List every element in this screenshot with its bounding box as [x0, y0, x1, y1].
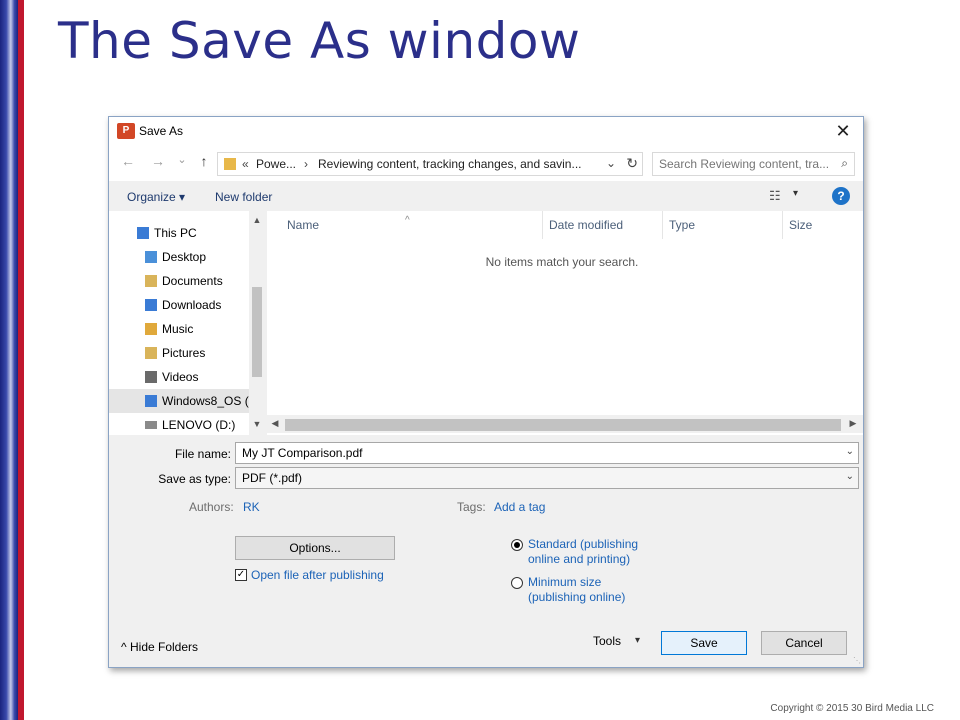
add-tag-link[interactable]: Add a tag — [494, 500, 545, 514]
horizontal-scrollbar[interactable]: ◀ ▶ — [267, 415, 863, 433]
open-after-publishing-label: Open file after publishing — [251, 568, 384, 582]
save-type-value: PDF (*.pdf) — [242, 471, 303, 485]
copyright-notice: Copyright © 2015 30 Bird Media LLC — [770, 703, 934, 714]
forward-arrow-icon[interactable]: → — [147, 153, 169, 169]
pictures-folder-icon — [145, 347, 157, 359]
back-arrow-icon[interactable]: ← — [117, 153, 139, 169]
refresh-icon[interactable]: ↻ — [626, 155, 638, 172]
desktop-folder-icon — [145, 251, 157, 263]
minimum-size-radio[interactable]: Minimum size (publishing online) — [511, 575, 658, 605]
navigation-scroll-thumb[interactable] — [252, 287, 262, 377]
file-name-label: File name: — [174, 447, 231, 461]
search-icon[interactable]: ⌕ — [841, 156, 848, 171]
checkbox-check-icon[interactable]: ✓ — [235, 569, 247, 581]
address-crumb-folder[interactable]: Reviewing content, tracking changes, and… — [318, 157, 581, 171]
navigation-pane: This PC Desktop Documents Downloads Musi… — [109, 211, 265, 435]
sort-caret-icon: ^ — [405, 215, 410, 226]
hide-folders-button[interactable]: ^ Hide Folders — [121, 640, 198, 654]
slide-accent-blue — [0, 0, 18, 720]
standard-radio[interactable]: Standard (publishing online and printing… — [511, 537, 658, 567]
column-header-date-modified[interactable]: Date modified — [543, 211, 663, 239]
drive-icon — [145, 421, 157, 429]
options-button[interactable]: Options... — [235, 536, 395, 560]
address-overflow-chevron[interactable]: « — [242, 157, 249, 171]
chevron-up-icon: ^ — [121, 640, 127, 654]
new-folder-button[interactable]: New folder — [215, 190, 272, 204]
save-button[interactable]: Save — [661, 631, 747, 655]
help-icon[interactable]: ? — [832, 187, 850, 205]
view-dropdown-icon[interactable]: ▾ — [793, 188, 798, 199]
sidebar-item-documents[interactable]: Documents — [109, 269, 249, 293]
column-header-name[interactable]: Name ^ — [267, 211, 543, 239]
command-toolbar: Organize ▾ New folder ☷ ▾ ? — [109, 181, 863, 211]
sidebar-item-downloads[interactable]: Downloads — [109, 293, 249, 317]
music-folder-icon — [145, 323, 157, 335]
scroll-left-icon[interactable]: ◀ — [267, 418, 283, 429]
videos-folder-icon — [145, 371, 157, 383]
navigation-scrollbar[interactable]: ▲ ▼ — [249, 211, 265, 435]
scroll-up-icon[interactable]: ▲ — [249, 215, 265, 225]
dialog-titlebar: P Save As ✕ — [109, 117, 863, 147]
address-dropdown-icon[interactable]: ⌄ — [606, 156, 616, 170]
cancel-button[interactable]: Cancel — [761, 631, 847, 655]
organize-button[interactable]: Organize ▾ — [127, 190, 185, 204]
sidebar-item-this-pc[interactable]: This PC — [109, 221, 249, 245]
sidebar-item-lenovo[interactable]: LENOVO (D:) — [109, 413, 249, 435]
drive-os-icon — [145, 395, 157, 407]
column-header-type[interactable]: Type — [663, 211, 783, 239]
open-after-publishing-checkbox[interactable]: ✓ Open file after publishing — [235, 568, 384, 582]
sidebar-item-music[interactable]: Music — [109, 317, 249, 341]
slide: The Save As window P Save As ✕ ← → ⌄ ↑ «… — [0, 0, 960, 720]
authors-label: Authors: — [189, 500, 234, 514]
pc-icon — [137, 227, 149, 239]
search-box[interactable]: ⌕ — [652, 152, 855, 176]
empty-list-message: No items match your search. — [485, 255, 639, 269]
scroll-right-icon[interactable]: ▶ — [845, 418, 861, 429]
tools-button[interactable]: Tools — [593, 634, 621, 648]
tools-dropdown-icon[interactable]: ▾ — [635, 635, 640, 646]
save-type-dropdown-icon[interactable]: ⌄ — [846, 471, 854, 482]
documents-folder-icon — [145, 275, 157, 287]
file-name-value: My JT Comparison.pdf — [242, 446, 363, 460]
save-as-dialog: P Save As ✕ ← → ⌄ ↑ « Powe... › Reviewin… — [108, 116, 864, 668]
authors-value[interactable]: RK — [243, 500, 260, 514]
minimum-size-radio-label: Minimum size (publishing online) — [528, 575, 626, 604]
search-input[interactable] — [659, 154, 835, 174]
navigation-row: ← → ⌄ ↑ « Powe... › Reviewing content, t… — [109, 147, 863, 181]
file-name-field[interactable]: My JT Comparison.pdf ⌄ — [235, 442, 859, 464]
close-button[interactable]: ✕ — [829, 120, 857, 144]
address-crumb-powerpoint[interactable]: Powe... — [256, 157, 296, 171]
sidebar-item-windows8-os[interactable]: Windows8_OS (C — [109, 389, 257, 413]
column-header-size[interactable]: Size — [783, 211, 863, 239]
address-bar[interactable]: « Powe... › Reviewing content, tracking … — [217, 152, 643, 176]
view-options-icon[interactable]: ☷ — [769, 188, 781, 204]
standard-radio-label: Standard (publishing online and printing… — [528, 537, 639, 566]
save-type-select[interactable]: PDF (*.pdf) ⌄ — [235, 467, 859, 489]
file-list: Name ^ Date modified Type Size No items … — [267, 211, 863, 435]
radio-unselected-icon[interactable] — [511, 577, 523, 589]
sidebar-item-videos[interactable]: Videos — [109, 365, 249, 389]
downloads-folder-icon — [145, 299, 157, 311]
tags-label: Tags: — [457, 500, 486, 514]
up-arrow-icon[interactable]: ↑ — [193, 153, 215, 169]
save-options-form: File name: My JT Comparison.pdf ⌄ Save a… — [109, 437, 863, 667]
hide-folders-label: Hide Folders — [129, 640, 199, 654]
radio-selected-icon[interactable] — [511, 539, 523, 551]
recent-locations-icon[interactable]: ⌄ — [171, 153, 193, 166]
slide-title: The Save As window — [58, 12, 581, 70]
file-name-dropdown-icon[interactable]: ⌄ — [846, 446, 854, 457]
horizontal-scroll-thumb[interactable] — [285, 419, 841, 431]
resize-grip-icon[interactable]: ⋱ — [853, 656, 861, 665]
save-type-label: Save as type: — [158, 472, 231, 486]
scroll-down-icon[interactable]: ▼ — [249, 419, 265, 429]
powerpoint-icon: P — [117, 123, 135, 139]
sidebar-item-pictures[interactable]: Pictures — [109, 341, 249, 365]
address-separator-icon: › — [304, 157, 308, 171]
dialog-title: Save As — [139, 124, 184, 138]
sidebar-item-desktop[interactable]: Desktop — [109, 245, 249, 269]
folder-icon — [224, 158, 236, 170]
